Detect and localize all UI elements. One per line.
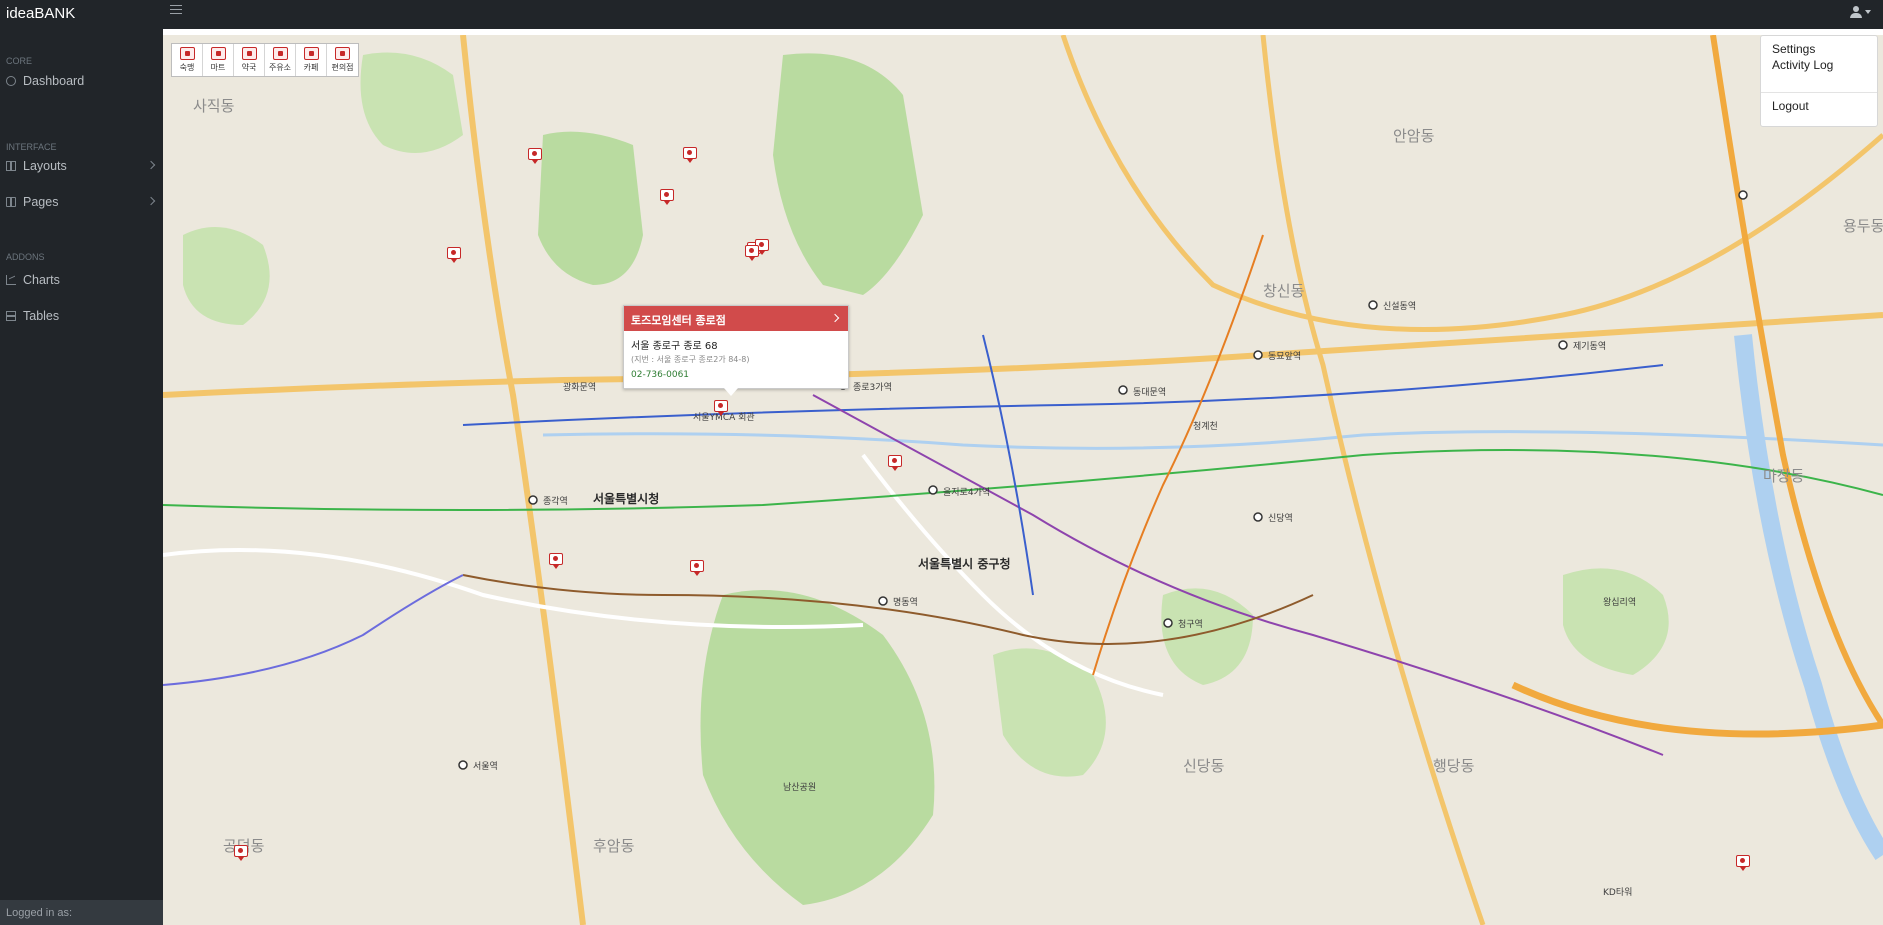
map-label-yongdu: 용두동 <box>1843 217 1883 235</box>
map-marker[interactable] <box>888 455 902 471</box>
columns-icon <box>6 161 16 171</box>
book-open-icon <box>6 197 16 207</box>
map-label-sindang2: 신당동 <box>1183 757 1225 775</box>
bars-icon[interactable] <box>170 5 182 17</box>
map-label-sinseol: 신설동역 <box>1383 302 1417 312</box>
map-label-euljiro: 명동역 <box>893 598 918 608</box>
map-label-cityhall: 서울특별시청 <box>593 492 660 506</box>
category-label: 약국 <box>241 63 257 72</box>
map-label-seoulstation: 서울역 <box>473 762 498 772</box>
pharmacy-icon <box>241 47 257 60</box>
user-icon <box>1850 6 1862 18</box>
map-label-gwanghwamun: 광화문역 <box>563 383 597 393</box>
category-label: 숙맹 <box>179 63 195 72</box>
category-convenience-store-button[interactable]: 편의점 <box>327 44 358 76</box>
place-jibun-address: (지번 : 서울 종로구 종로2가 84-8) <box>631 355 750 364</box>
category-label: 카페 <box>303 63 319 72</box>
sidebar: CORE Dashboard INTERFACE Layouts Pages A… <box>0 29 163 925</box>
caret-down-icon <box>1865 10 1871 14</box>
sidebar-item-charts[interactable]: Charts <box>6 270 163 290</box>
category-pharmacy-button[interactable]: 약국 <box>234 44 265 76</box>
map-label-kd: KD타워 <box>1603 888 1633 898</box>
category-lodging-button[interactable]: 숙맹 <box>172 44 203 76</box>
map-marker[interactable] <box>683 147 697 163</box>
sidebar-footer: Logged in as: <box>0 900 163 925</box>
map-marker[interactable] <box>447 247 461 263</box>
category-label: 주유소 <box>268 63 292 72</box>
map-label-namsan: 남산공원 <box>783 783 817 793</box>
cart-icon <box>210 47 226 60</box>
map-label-dongdaemun: 동대문역 <box>1133 388 1167 398</box>
lodging-icon <box>179 47 195 60</box>
map-label-anam: 안암동 <box>1393 127 1435 145</box>
sidebar-item-dashboard[interactable]: Dashboard <box>6 71 163 91</box>
category-label: 마트 <box>210 63 226 72</box>
sidebar-heading-interface: INTERFACE <box>6 142 57 152</box>
menu-item-settings[interactable]: Settings <box>1772 42 1815 56</box>
sidebar-item-layouts[interactable]: Layouts <box>6 156 163 176</box>
map-label-jongak: 종각역 <box>543 497 568 507</box>
map-label-sajik: 사직동 <box>193 97 235 115</box>
top-navbar: ideaBANK <box>0 0 1883 29</box>
cafe-icon <box>303 47 319 60</box>
chevron-right-icon <box>146 160 156 170</box>
gas-station-icon <box>272 47 288 60</box>
map-label-changsin: 창신동 <box>1263 282 1305 300</box>
place-address: 서울 종로구 종로 68 <box>631 341 718 352</box>
sidebar-item-label: Dashboard <box>23 74 85 88</box>
sidebar-item-tables[interactable]: Tables <box>6 306 163 326</box>
place-info-window: 토즈모임센터 종로점 서울 종로구 종로 68 (지번 : 서울 종로구 종로2… <box>623 305 849 396</box>
chevron-right-icon[interactable] <box>830 313 840 323</box>
map-label-majang: 마장동 <box>1763 467 1805 485</box>
info-window-pointer <box>724 388 738 396</box>
sidebar-heading-core: CORE <box>6 56 33 66</box>
map-label-cheonggye: 청계천 <box>1193 422 1218 432</box>
map-label-huam: 후암동 <box>593 837 635 855</box>
chart-area-icon <box>6 275 16 285</box>
map-label-junggu: 서울특별시 중구청 <box>918 557 1011 571</box>
map-label-haengdang: 행당동 <box>1433 757 1475 775</box>
map-marker[interactable] <box>1736 855 1750 871</box>
map-marker[interactable] <box>234 845 248 861</box>
map-label-wangsimni: 왕십리역 <box>1603 598 1637 608</box>
map-canvas[interactable]: 서울특별시청 서울특별시 중구청 종로3가역 동대문역 을지로4가역 신당역 신… <box>163 35 1883 925</box>
map-label-dongmyo: 동묘앞역 <box>1268 352 1302 362</box>
sidebar-item-label: Tables <box>23 309 60 323</box>
map-label-jegi: 제기동역 <box>1573 342 1607 352</box>
category-label: 편의점 <box>331 63 354 72</box>
sidebar-item-pages[interactable]: Pages <box>6 192 163 212</box>
map-label-jongno3: 종로3가역 <box>853 383 892 393</box>
sidebar-heading-addons: ADDONS <box>6 252 45 262</box>
map-marker-selected[interactable] <box>714 400 728 416</box>
category-mart-button[interactable]: 마트 <box>203 44 234 76</box>
brand-logo[interactable]: ideaBANK <box>6 5 75 22</box>
sidebar-item-label: Pages <box>23 195 59 209</box>
map-base <box>163 35 1883 925</box>
info-window-header[interactable]: 토즈모임센터 종로점 <box>624 306 848 331</box>
user-dropdown-menu: Settings Activity Log Logout <box>1760 35 1878 127</box>
tachometer-icon <box>6 76 16 86</box>
map-marker[interactable] <box>660 189 674 205</box>
map-marker[interactable] <box>528 148 542 164</box>
place-phone[interactable]: 02-736-0061 <box>624 365 848 380</box>
sidebar-item-label: Charts <box>23 273 60 287</box>
menu-item-logout[interactable]: Logout <box>1772 99 1809 113</box>
category-cafe-button[interactable]: 카페 <box>296 44 327 76</box>
category-toolbar: 숙맹 마트 약국 주유소 카페 편의점 <box>171 43 359 77</box>
sidebar-item-label: Layouts <box>23 159 67 173</box>
table-icon <box>6 311 16 321</box>
map-marker[interactable] <box>549 553 563 569</box>
map-marker[interactable] <box>745 245 759 261</box>
map-label-euljiro4: 을지로4가역 <box>943 488 991 498</box>
convenience-store-icon <box>335 47 350 60</box>
map-label-cheonggu: 청구역 <box>1178 620 1203 630</box>
category-gas-station-button[interactable]: 주유소 <box>265 44 296 76</box>
chevron-right-icon <box>146 196 156 206</box>
dropdown-divider <box>1761 92 1877 93</box>
user-dropdown-toggle[interactable] <box>1850 6 1871 18</box>
menu-item-activity-log[interactable]: Activity Log <box>1772 58 1833 72</box>
place-title: 토즈모임센터 종로점 <box>631 314 726 327</box>
map-label-sindang: 신당역 <box>1268 514 1293 524</box>
map-marker[interactable] <box>690 560 704 576</box>
